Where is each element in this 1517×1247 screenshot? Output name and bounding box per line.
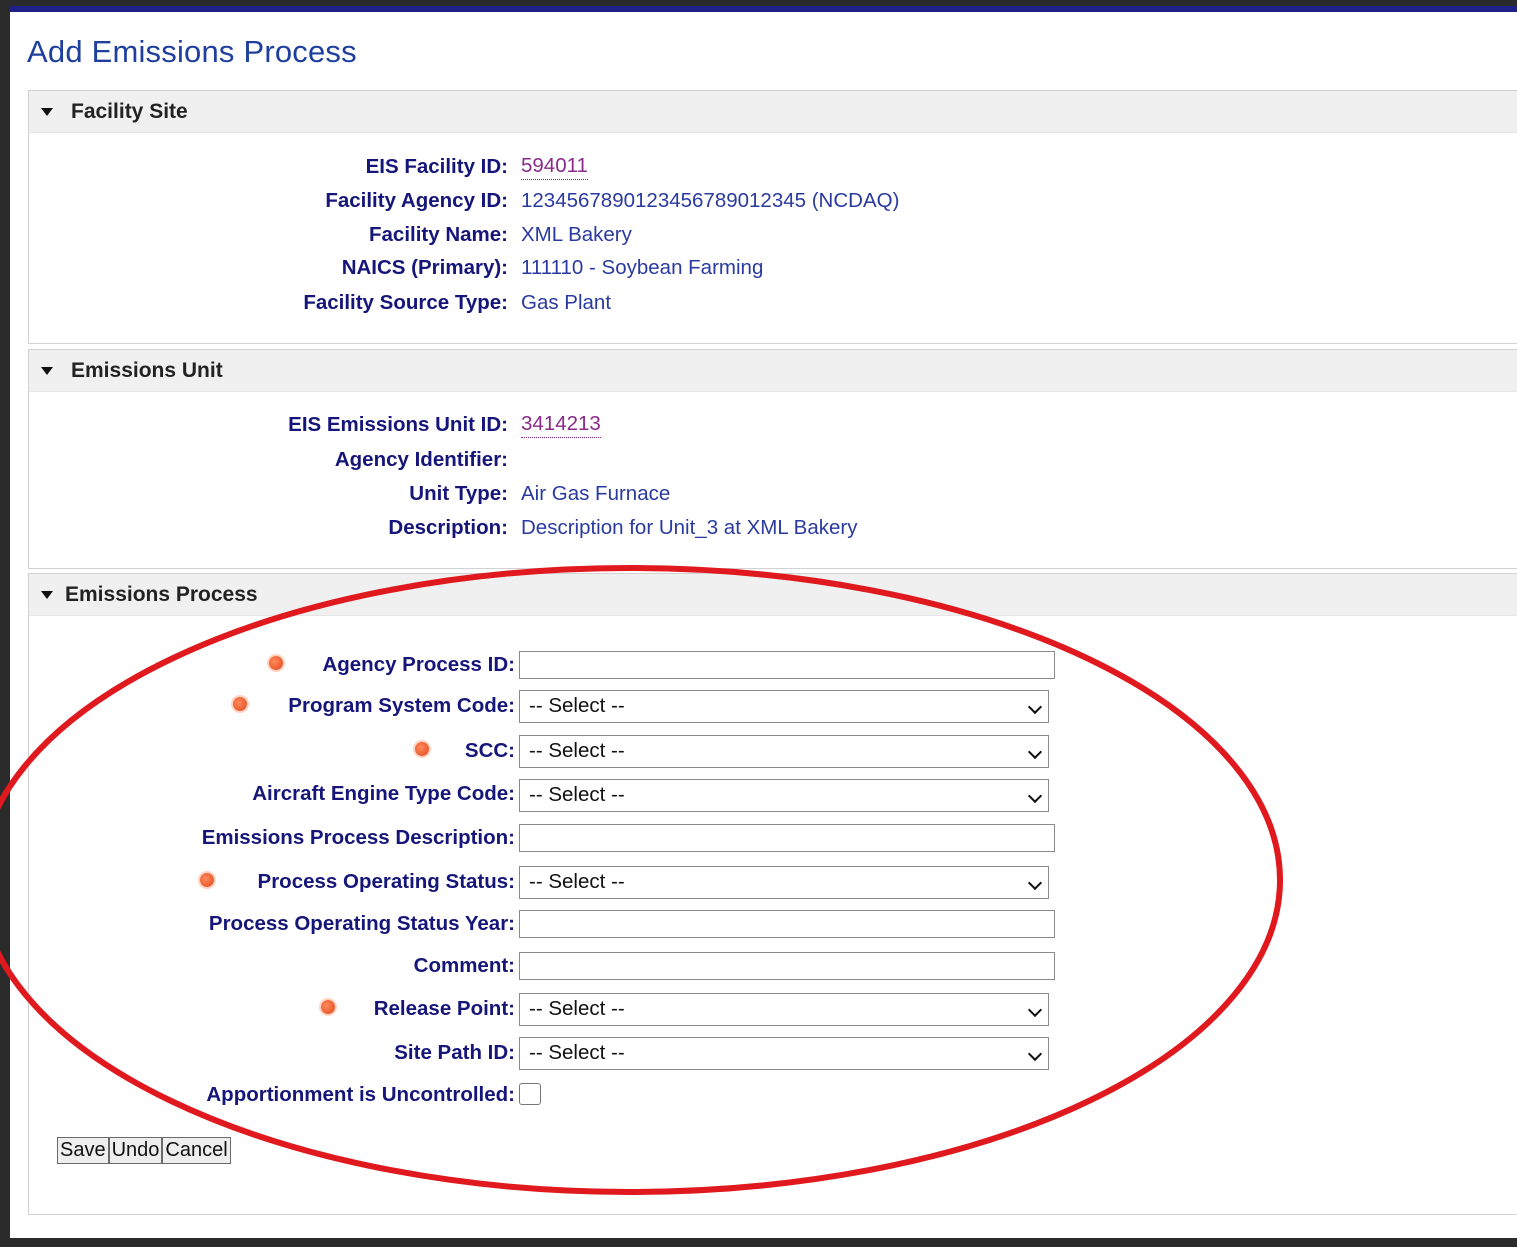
emissions-unit-title: Emissions Unit xyxy=(71,358,223,382)
program-system-code-label: Program System Code: xyxy=(288,694,515,717)
collapse-caret-icon[interactable] xyxy=(41,590,53,599)
scc-select[interactable]: -- Select -- xyxy=(519,735,1049,768)
required-icon xyxy=(269,656,283,670)
unit-row: Agency Identifier: xyxy=(29,443,1517,477)
facility-agency-id-label: Facility Agency ID: xyxy=(325,189,508,212)
chevron-down-icon xyxy=(1027,1046,1043,1062)
form-row: Release Point: -- Select -- xyxy=(28,992,1517,1026)
scc-value: -- Select -- xyxy=(529,739,625,762)
process-operating-status-year-input[interactable] xyxy=(519,910,1055,938)
required-icon xyxy=(415,742,429,756)
facility-name-value: XML Bakery xyxy=(521,223,632,246)
aircraft-engine-type-code-label: Aircraft Engine Type Code: xyxy=(252,782,515,805)
form-row: Site Path ID: -- Select -- xyxy=(28,1036,1517,1070)
apportionment-uncontrolled-label: Apportionment is Uncontrolled: xyxy=(206,1083,515,1106)
chevron-down-icon xyxy=(1027,875,1043,891)
description-value: Description for Unit_3 at XML Bakery xyxy=(521,516,858,539)
chevron-down-icon xyxy=(1027,699,1043,715)
chevron-down-icon xyxy=(1027,788,1043,804)
facility-source-type-value: Gas Plant xyxy=(521,291,612,314)
emissions-process-title: Emissions Process xyxy=(65,582,258,606)
scc-label: SCC: xyxy=(464,739,515,762)
facility-row: Facility Source Type: Gas Plant xyxy=(29,286,1517,320)
form-row: Apportionment is Uncontrolled: xyxy=(28,1078,1517,1112)
page-frame: Add Emissions Process Facility Site EIS … xyxy=(10,6,1517,1238)
program-system-code-select[interactable]: -- Select -- xyxy=(519,690,1049,723)
agency-identifier-label: Agency Identifier: xyxy=(334,448,508,471)
agency-process-id-label: Agency Process ID: xyxy=(322,653,515,676)
release-point-value: -- Select -- xyxy=(529,997,625,1020)
naics-label: NAICS (Primary): xyxy=(341,256,508,279)
comment-input[interactable] xyxy=(519,952,1055,980)
naics-value: 111110 - Soybean Farming xyxy=(521,256,764,279)
required-icon xyxy=(321,1000,335,1014)
process-operating-status-value: -- Select -- xyxy=(529,870,625,893)
chevron-down-icon xyxy=(1027,744,1043,760)
aircraft-engine-type-code-value: -- Select -- xyxy=(529,783,625,806)
facility-source-type-label: Facility Source Type: xyxy=(303,291,508,314)
facility-row: Facility Agency ID: 12345678901234567890… xyxy=(29,184,1517,218)
site-path-id-label: Site Path ID: xyxy=(394,1041,515,1064)
form-row: SCC: -- Select -- xyxy=(28,734,1517,768)
eis-emissions-unit-id-link[interactable]: 3414213 xyxy=(521,408,601,438)
program-system-code-value: -- Select -- xyxy=(529,694,625,717)
emissions-process-description-input[interactable] xyxy=(519,824,1055,852)
chevron-down-icon xyxy=(1027,1002,1043,1018)
form-row: Comment: xyxy=(28,949,1517,983)
facility-site-panel: Facility Site EIS Facility ID: 594011 Fa… xyxy=(28,90,1517,344)
eis-facility-id-label: EIS Facility ID: xyxy=(365,155,508,178)
release-point-select[interactable]: -- Select -- xyxy=(519,993,1049,1026)
site-path-id-value: -- Select -- xyxy=(529,1041,625,1064)
unit-row: EIS Emissions Unit ID: 3414213 xyxy=(29,408,1517,442)
facility-row: Facility Name: XML Bakery xyxy=(29,218,1517,252)
cancel-button[interactable]: Cancel xyxy=(162,1137,231,1164)
eis-facility-id-link[interactable]: 594011 xyxy=(521,150,588,180)
release-point-label: Release Point: xyxy=(373,997,515,1020)
form-row: Program System Code: -- Select -- xyxy=(28,689,1517,723)
unit-row: Unit Type: Air Gas Furnace xyxy=(29,477,1517,511)
required-icon xyxy=(200,873,214,887)
form-row: Agency Process ID: xyxy=(28,648,1517,682)
form-row: Process Operating Status: -- Select -- xyxy=(28,865,1517,899)
facility-name-label: Facility Name: xyxy=(369,223,508,246)
facility-site-title: Facility Site xyxy=(71,99,188,123)
emissions-process-description-label: Emissions Process Description: xyxy=(201,826,515,849)
facility-row: EIS Facility ID: 594011 xyxy=(29,150,1517,184)
facility-site-header[interactable]: Facility Site xyxy=(29,91,1517,133)
facility-row: NAICS (Primary): 111110 - Soybean Farmin… xyxy=(29,251,1517,285)
facility-agency-id-value: 12345678901234567890123​45 (NCDAQ) xyxy=(521,189,900,212)
form-row: Process Operating Status Year: xyxy=(28,907,1517,941)
page-title: Add Emissions Process xyxy=(27,34,357,69)
process-operating-status-year-label: Process Operating Status Year: xyxy=(208,912,515,935)
emissions-process-header[interactable]: Emissions Process xyxy=(29,574,1517,616)
emissions-unit-panel: Emissions Unit EIS Emissions Unit ID: 34… xyxy=(28,349,1517,569)
form-row: Emissions Process Description: xyxy=(28,821,1517,855)
unit-row: Description: Description for Unit_3 at X… xyxy=(29,511,1517,545)
eis-emissions-unit-id-label: EIS Emissions Unit ID: xyxy=(288,413,508,436)
site-path-id-select[interactable]: -- Select -- xyxy=(519,1037,1049,1070)
form-buttons: Save Undo Cancel xyxy=(57,1137,231,1164)
emissions-unit-header[interactable]: Emissions Unit xyxy=(29,350,1517,392)
aircraft-engine-type-code-select[interactable]: -- Select -- xyxy=(519,779,1049,812)
undo-button[interactable]: Undo xyxy=(108,1137,163,1164)
collapse-caret-icon[interactable] xyxy=(41,107,53,116)
process-operating-status-select[interactable]: -- Select -- xyxy=(519,866,1049,899)
required-icon xyxy=(233,697,247,711)
apportionment-uncontrolled-checkbox[interactable] xyxy=(519,1083,541,1105)
save-button[interactable]: Save xyxy=(57,1137,109,1164)
unit-type-label: Unit Type: xyxy=(409,482,508,505)
process-operating-status-label: Process Operating Status: xyxy=(257,870,515,893)
comment-label: Comment: xyxy=(413,954,515,977)
unit-type-value: Air Gas Furnace xyxy=(521,482,671,505)
form-row: Aircraft Engine Type Code: -- Select -- xyxy=(28,777,1517,812)
agency-process-id-input[interactable] xyxy=(519,651,1055,679)
description-label: Description: xyxy=(388,516,508,539)
collapse-caret-icon[interactable] xyxy=(41,366,53,375)
